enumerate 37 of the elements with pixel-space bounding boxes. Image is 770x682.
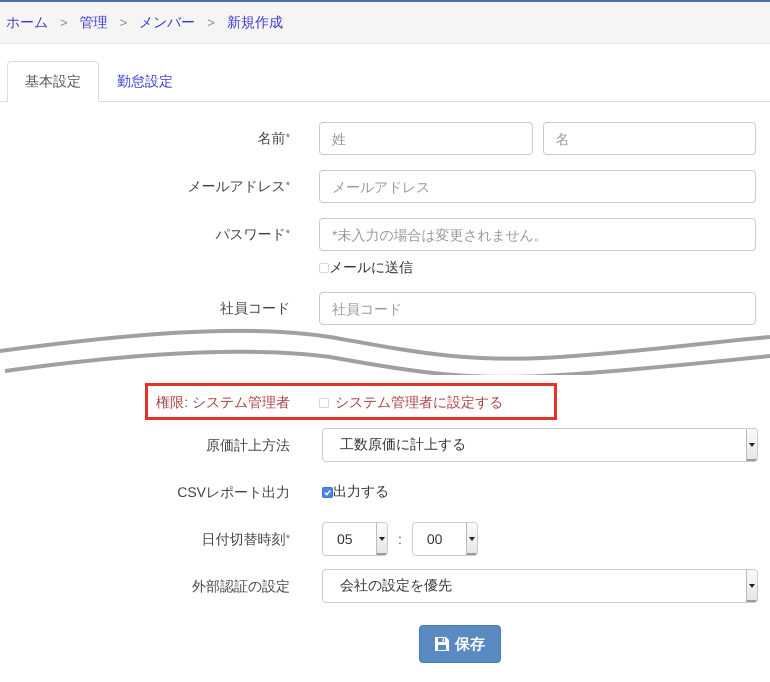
tab[interactable]: 基本設定: [7, 61, 99, 102]
breadcrumb-link[interactable]: メンバー: [139, 14, 196, 32]
select-field[interactable]: 会社の設定を優先: [322, 569, 758, 603]
select-field[interactable]: 00: [412, 522, 478, 556]
breadcrumb-separator: >: [207, 15, 215, 30]
input-field[interactable]: 姓: [319, 122, 532, 155]
field-label: 原価計上方法: [205, 436, 290, 454]
breadcrumb-link[interactable]: ホーム: [6, 14, 48, 32]
caret-icon: [749, 443, 755, 447]
breadcrumb-link[interactable]: 新規作成: [226, 14, 283, 32]
time-separator: :: [398, 531, 402, 547]
input-field[interactable]: 社員コード: [319, 292, 756, 325]
field-label: 名前*: [256, 129, 290, 148]
caret-icon: [468, 537, 475, 541]
tab[interactable]: 勤怠設定: [99, 61, 191, 102]
field-label: 外部認証の設定: [191, 576, 290, 596]
checkbox-label: 出力する: [333, 483, 389, 501]
select-field[interactable]: 工数原価に計上する: [322, 428, 758, 462]
breadcrumb-link[interactable]: 管理: [80, 14, 108, 32]
input-field[interactable]: メールアドレス: [319, 170, 756, 203]
field-label: パスワード*: [214, 225, 290, 244]
field-label: CSVレポート出力: [176, 482, 290, 502]
checkbox-label: メールに送信: [329, 259, 413, 277]
input-field[interactable]: *未入力の場合は変更されません。: [319, 218, 756, 251]
select-field[interactable]: 05: [322, 522, 388, 556]
field-label: 権限: システム管理者: [155, 393, 290, 412]
checkbox-label: システム管理者に設定する: [335, 394, 503, 412]
breadcrumb-separator: >: [60, 15, 68, 30]
field-label: 日付切替時刻*: [200, 530, 290, 548]
field-label: メールアドレス*: [186, 177, 290, 196]
field-label: 社員コード: [219, 299, 290, 318]
breadcrumb-separator: >: [120, 15, 128, 30]
input-field[interactable]: 名: [542, 122, 756, 155]
caret-icon: [379, 537, 385, 541]
save-button[interactable]: 保存: [419, 625, 501, 663]
caret-icon: [749, 584, 755, 588]
checkbox[interactable]: [322, 486, 333, 498]
